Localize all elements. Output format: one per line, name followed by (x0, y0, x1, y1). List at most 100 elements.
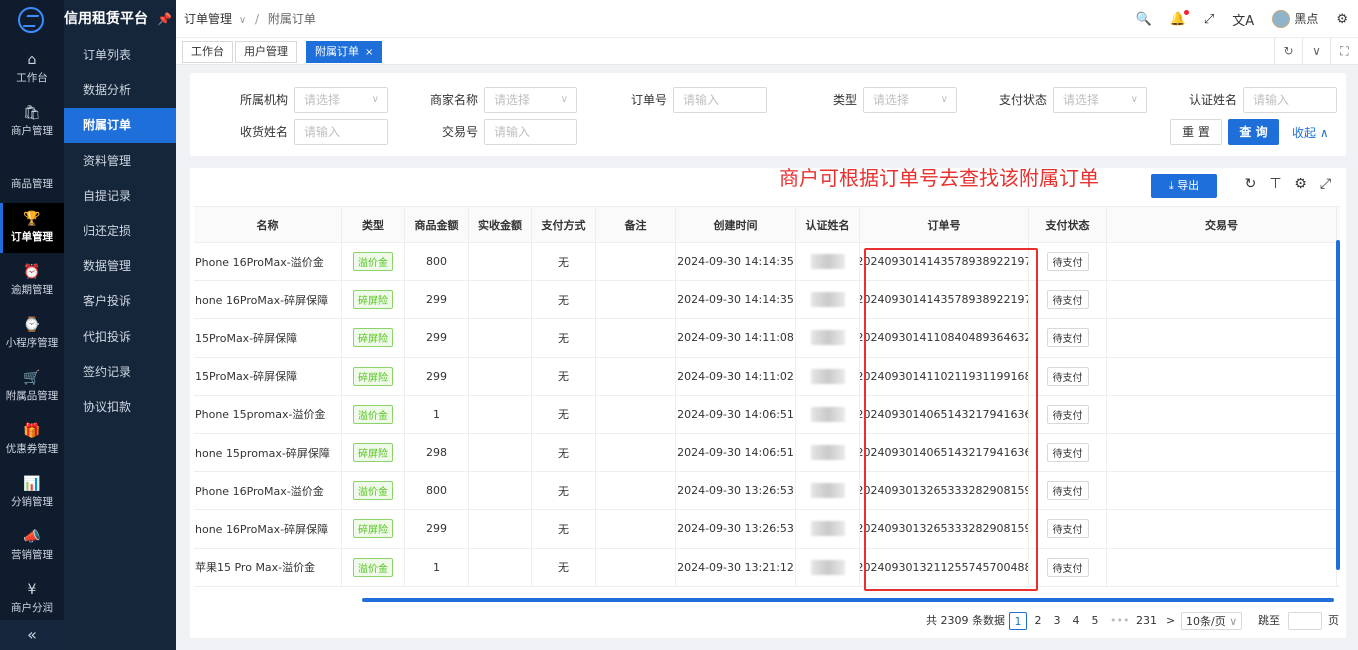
rail-item-4[interactable]: ⏰ 逾期管理 (0, 256, 64, 306)
trade-cell (1107, 434, 1337, 472)
submenu-item[interactable]: 订单列表 (64, 38, 176, 73)
translate-icon[interactable]: 文A (1232, 10, 1254, 29)
submenu-item[interactable]: 数据管理 (64, 249, 176, 284)
rail-item-label: 工作台 (16, 72, 48, 84)
note-cell (596, 243, 676, 281)
type-cell: 碎屏险 (342, 357, 405, 395)
name-cell: Phone 16ProMax-溢价金 (194, 243, 342, 281)
page-3[interactable]: 3 (1052, 612, 1062, 630)
merchant-select[interactable]: 请选择 ∨ (484, 87, 577, 113)
table-row[interactable]: 15ProMax-碎屏保障 碎屏险 299 无 2024-09-30 14:11:02 2… (194, 357, 1340, 396)
fullscreen-icon[interactable]: ⤢ (1313, 176, 1338, 192)
status-cell: 待支付 (1029, 319, 1107, 357)
auth-name-cell (796, 281, 860, 319)
pagination: 共 2309 条数据 1 2 3 4 5 ••• 231 > 10条/页 ∨ 跳… (190, 612, 1346, 630)
submenu-item[interactable]: 数据分析 (64, 73, 176, 108)
close-icon[interactable]: × (365, 47, 373, 58)
rail-item-7[interactable]: 🎁 优惠券管理 (0, 415, 64, 465)
paystatus-placeholder: 请选择 (1063, 93, 1100, 107)
watch-icon: ⌚ (23, 317, 41, 333)
receiver-input[interactable]: 请输入 (294, 119, 388, 145)
horizontal-scrollbar[interactable] (362, 598, 1334, 602)
table-row[interactable]: Phone 16ProMax-溢价金 溢价金 800 无 2024-09-30 13:2… (194, 472, 1340, 511)
submenu-item[interactable]: 附属订单 (64, 108, 176, 144)
submenu-item[interactable]: 资料管理 (64, 144, 176, 179)
search-icon[interactable]: 🔍 (1136, 12, 1152, 27)
status-badge: 待支付 (1046, 328, 1089, 348)
type-cell: 碎屏险 (342, 319, 405, 357)
rail-item-2[interactable]: 商品管理 (0, 150, 64, 200)
settings-icon[interactable]: ⚙ (1288, 176, 1313, 192)
orderno-input[interactable]: 请输入 (673, 87, 767, 113)
paid-cell (469, 548, 532, 586)
pin-icon[interactable]: 📌 (157, 0, 172, 38)
submenu-item[interactable]: 自提记录 (64, 179, 176, 214)
tab-attached-orders[interactable]: 附属订单 × (306, 41, 383, 63)
rail-item-5[interactable]: ⌚ 小程序管理 (0, 309, 64, 359)
status-cell: 待支付 (1029, 548, 1107, 586)
column-height-icon[interactable]: ⊤ (1263, 176, 1288, 192)
authname-input[interactable]: 请输入 (1243, 87, 1337, 113)
page-size-select[interactable]: 10条/页 ∨ (1181, 612, 1243, 630)
maximize-icon[interactable]: ⛶ (1330, 38, 1358, 65)
table-row[interactable]: 15ProMax-碎屏保障 碎屏险 299 无 2024-09-30 14:11:08 2… (194, 319, 1340, 358)
vertical-scrollbar[interactable] (1336, 240, 1340, 570)
rail-item-3[interactable]: 🏆 订单管理 (0, 203, 64, 253)
page-5[interactable]: 5 (1090, 612, 1100, 630)
table-row[interactable]: 苹果15 Pro Max-溢价金 溢价金 1 无 2024-09-30 13:21:12… (194, 548, 1340, 587)
submenu-item[interactable]: 代扣投诉 (64, 320, 176, 355)
settings-icon[interactable]: ⚙ (1336, 12, 1348, 27)
collapse-sidebar-button[interactable]: « (0, 620, 64, 650)
tradeno-input[interactable]: 请输入 (484, 119, 577, 145)
table-row[interactable]: hone 15promax-碎屏保障 碎屏险 298 无 2024-09-30 14:0… (194, 434, 1340, 473)
query-button[interactable]: 查 询 (1228, 119, 1279, 145)
rail-item-6[interactable]: 🛒 附属品管理 (0, 362, 64, 412)
pay-cell: 无 (532, 281, 596, 319)
tab-workbench[interactable]: 工作台 (182, 41, 233, 63)
page-4[interactable]: 4 (1071, 612, 1081, 630)
fullscreen-icon[interactable]: ⤢ (1204, 12, 1214, 27)
bell-icon[interactable]: 🔔 (1170, 9, 1189, 27)
rail-item-0[interactable]: ⌂ 工作台 (0, 44, 64, 94)
name-cell: 15ProMax-碎屏保障 (194, 319, 342, 357)
refresh-icon[interactable]: ↻ (1238, 176, 1263, 192)
submenu-item[interactable]: 签约记录 (64, 355, 176, 390)
rail-item-9[interactable]: 📣 营销管理 (0, 521, 64, 571)
receiver-label: 收货姓名 (239, 125, 288, 139)
rail-item-8[interactable]: 📊 分销管理 (0, 468, 64, 518)
user-menu[interactable]: 黑点 (1272, 10, 1318, 29)
next-page-button[interactable]: > (1166, 612, 1175, 630)
reset-button[interactable]: 重 置 (1170, 119, 1222, 145)
notification-dot (1183, 9, 1189, 15)
org-select[interactable]: 请选择 ∨ (294, 87, 388, 113)
submenu-item[interactable]: 客户投诉 (64, 284, 176, 319)
type-tag: 溢价金 (353, 557, 393, 577)
breadcrumb-parent[interactable]: 订单管理 (184, 12, 232, 26)
export-button[interactable]: ⤓ 导出 (1151, 174, 1217, 198)
cart-icon: 🛒 (23, 370, 41, 386)
table-row[interactable]: Phone 15promax-溢价金 溢价金 1 无 2024-09-30 14:06:… (194, 395, 1340, 434)
page-last[interactable]: 231 (1136, 612, 1157, 630)
page-1[interactable]: 1 (1009, 612, 1027, 630)
table-row[interactable]: hone 16ProMax-碎屏保障 碎屏险 299 无 2024-09-30 14:1… (194, 281, 1340, 320)
collapse-filter-link[interactable]: 收起 ∧ (1292, 124, 1329, 141)
page-ellipsis[interactable]: ••• (1110, 612, 1129, 630)
submenu-item[interactable]: 归还定损 (64, 214, 176, 249)
page-2[interactable]: 2 (1033, 612, 1043, 630)
table-row[interactable]: Phone 16ProMax-溢价金 溢价金 800 无 2024-09-30 14:1… (194, 243, 1340, 282)
submenu-item[interactable]: 协议扣款 (64, 390, 176, 425)
type-select[interactable]: 请选择 ∨ (863, 87, 957, 113)
paystatus-select[interactable]: 请选择 ∨ (1053, 87, 1147, 113)
redacted-name (810, 254, 845, 270)
rail-item-10[interactable]: ¥ 商户分润 (0, 574, 64, 624)
name-cell: Phone 15promax-溢价金 (194, 395, 342, 433)
jump-input[interactable] (1288, 612, 1322, 630)
status-badge: 待支付 (1046, 252, 1089, 272)
table-row[interactable]: hone 16ProMax-碎屏保障 碎屏险 299 无 2024-09-30 13:2… (194, 510, 1340, 549)
refresh-icon[interactable]: ↻ (1274, 38, 1302, 65)
status-cell: 待支付 (1029, 472, 1107, 510)
chevron-down-icon[interactable]: ∨ (1302, 38, 1330, 65)
rail-item-1[interactable]: 🛍 商户管理 (0, 97, 64, 147)
tab-users[interactable]: 用户管理 (235, 41, 297, 63)
rail-item-label: 分销管理 (11, 496, 53, 508)
